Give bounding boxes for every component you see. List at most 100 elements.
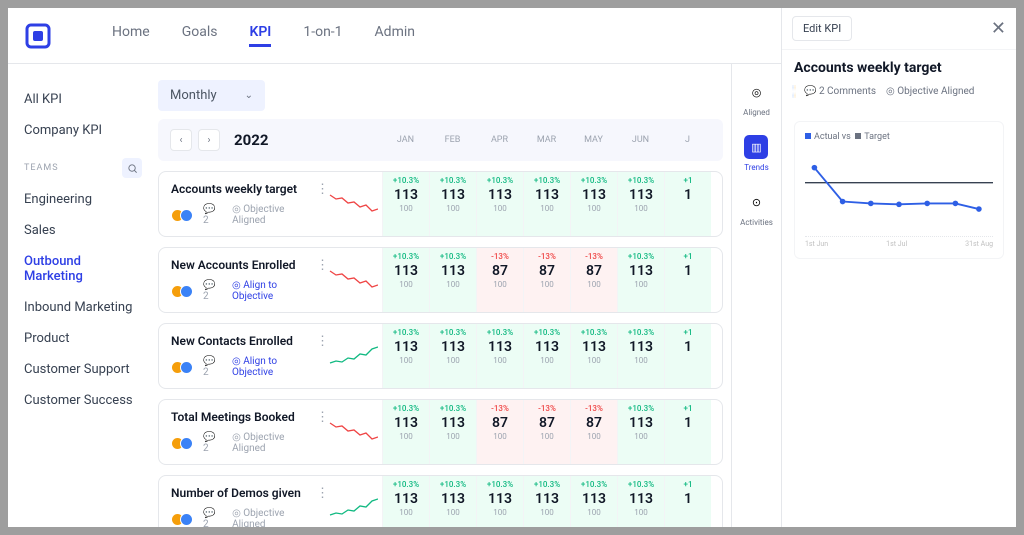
kpi-more-icon[interactable]: ⋮ xyxy=(316,410,329,425)
sidebar-team-sales[interactable]: Sales xyxy=(24,215,142,246)
kpi-month-cell[interactable]: +10.3%113100 xyxy=(429,172,476,236)
panel-comments[interactable]: 💬 2 Comments xyxy=(804,86,876,97)
kpi-more-icon[interactable]: ⋮ xyxy=(316,258,329,273)
sidebar-team-inboundmarketing[interactable]: Inbound Marketing xyxy=(24,292,142,323)
nav-goals[interactable]: Goals xyxy=(182,24,218,47)
year-prev-button[interactable]: ‹ xyxy=(170,129,192,151)
kpi-title: Total Meetings Booked xyxy=(171,410,314,424)
kpi-comments[interactable]: 💬 2 xyxy=(203,356,222,378)
nav-admin[interactable]: Admin xyxy=(375,24,415,47)
sidebar-team-outboundmarketing[interactable]: Outbound Marketing xyxy=(24,246,142,292)
kpi-month-cell[interactable]: +10.3%113100 xyxy=(382,400,429,464)
year-next-button[interactable]: › xyxy=(198,129,220,151)
comment-icon: 💬 xyxy=(804,86,819,97)
month-header: JAN xyxy=(382,135,429,145)
month-header: MAR xyxy=(523,135,570,145)
kpi-sparkline xyxy=(324,248,382,312)
panel-objective[interactable]: ◎ Objective Aligned xyxy=(886,86,974,97)
chart-x-label: 31st Aug xyxy=(965,240,993,248)
kpi-row[interactable]: Total Meetings Booked 💬 2 ◎ Objective Alig… xyxy=(158,399,723,465)
sidebar-allkpi[interactable]: All KPI xyxy=(24,84,142,115)
kpi-month-cell[interactable]: +10.3%113100 xyxy=(523,476,570,527)
kpi-month-cell[interactable]: +10.3%113100 xyxy=(429,248,476,312)
kpi-more-icon[interactable]: ⋮ xyxy=(316,182,329,197)
sidebar-team-customersupport[interactable]: Customer Support xyxy=(24,354,142,385)
year-label: 2022 xyxy=(234,131,268,149)
panel-title: Accounts weekly target xyxy=(794,60,1004,76)
kpi-month-cell[interactable]: +11 xyxy=(664,476,711,527)
kpi-row[interactable]: New Contacts Enrolled 💬 2 ◎ Align to Objec… xyxy=(158,323,723,389)
kpi-more-icon[interactable]: ⋮ xyxy=(316,334,329,349)
rail-trends[interactable]: ▥Trends xyxy=(744,135,768,172)
kpi-month-cell[interactable]: -13%87100 xyxy=(570,248,617,312)
kpi-avatars xyxy=(171,209,193,222)
trend-chart: Actual vs Target 1st Jun1st Jul31st Aug xyxy=(794,121,1004,259)
kpi-month-cell[interactable]: +10.3%113100 xyxy=(382,476,429,527)
kpi-month-cell[interactable]: +10.3%113100 xyxy=(429,400,476,464)
kpi-month-cell[interactable]: +11 xyxy=(664,248,711,312)
app-logo[interactable] xyxy=(24,22,52,50)
sidebar-companykpi[interactable]: Company KPI xyxy=(24,115,142,146)
chart-icon: ▥ xyxy=(744,135,768,159)
search-icon[interactable] xyxy=(122,158,142,178)
kpi-month-cell[interactable]: -13%87100 xyxy=(476,400,523,464)
sidebar-team-product[interactable]: Product xyxy=(24,323,142,354)
kpi-month-cell[interactable]: +10.3%113100 xyxy=(617,476,664,527)
nav-home[interactable]: Home xyxy=(112,24,150,47)
kpi-month-cell[interactable]: +10.3%113100 xyxy=(429,476,476,527)
kpi-title: New Accounts Enrolled xyxy=(171,258,314,272)
kpi-month-cell[interactable]: +11 xyxy=(664,324,711,388)
kpi-month-cell[interactable]: +10.3%113100 xyxy=(476,172,523,236)
kpi-row[interactable]: Accounts weekly target 💬 2 ◎ Objective Ali… xyxy=(158,171,723,237)
kpi-comments[interactable]: 💬 2 xyxy=(203,508,222,527)
sidebar-team-engineering[interactable]: Engineering xyxy=(24,184,142,215)
kpi-month-cell[interactable]: -13%87100 xyxy=(476,248,523,312)
rail-activities[interactable]: ⊙Activities xyxy=(740,190,773,227)
kpi-objective-status[interactable]: ◎ Objective Aligned xyxy=(232,432,314,454)
kpi-objective-status[interactable]: ◎ Align to Objective xyxy=(232,280,314,302)
kpi-title: Accounts weekly target xyxy=(171,182,314,196)
kpi-month-cell[interactable]: +10.3%113100 xyxy=(570,324,617,388)
kpi-row[interactable]: Number of Demos given💬 2◎ Objective Alig… xyxy=(158,475,723,527)
kpi-month-cell[interactable]: +10.3%113100 xyxy=(382,324,429,388)
rail-aligned[interactable]: ◎Aligned xyxy=(743,80,770,117)
kpi-sparkline xyxy=(324,172,382,236)
kpi-month-cell[interactable]: +10.3%113100 xyxy=(382,248,429,312)
kpi-month-cell[interactable]: +10.3%113100 xyxy=(617,248,664,312)
nav-kpi[interactable]: KPI xyxy=(249,24,271,47)
kpi-comments[interactable]: 💬 2 xyxy=(203,432,222,454)
period-select[interactable]: Monthly ⌄ xyxy=(158,80,265,111)
kpi-month-cell[interactable]: +10.3%113100 xyxy=(617,400,664,464)
kpi-month-cell[interactable]: +10.3%113100 xyxy=(382,172,429,236)
kpi-month-cell[interactable]: -13%87100 xyxy=(523,248,570,312)
kpi-month-cell[interactable]: +10.3%113100 xyxy=(476,324,523,388)
edit-kpi-button[interactable]: Edit KPI xyxy=(792,16,852,41)
sidebar-team-customersuccess[interactable]: Customer Success xyxy=(24,385,142,416)
kpi-objective-status[interactable]: ◎ Objective Aligned xyxy=(232,508,314,527)
kpi-title: New Contacts Enrolled xyxy=(171,334,314,348)
kpi-month-cell[interactable]: +10.3%113100 xyxy=(523,324,570,388)
kpi-month-cell[interactable]: -13%87100 xyxy=(523,400,570,464)
kpi-month-cell[interactable]: +10.3%113100 xyxy=(617,172,664,236)
kpi-month-cell[interactable]: +10.3%113100 xyxy=(617,324,664,388)
kpi-row[interactable]: New Accounts Enrolled 💬 2 ◎ Align to Objec… xyxy=(158,247,723,313)
kpi-month-cell[interactable]: +10.3%113100 xyxy=(570,172,617,236)
month-header: MAY xyxy=(570,135,617,145)
kpi-month-cell[interactable]: +10.3%113100 xyxy=(429,324,476,388)
kpi-objective-status[interactable]: ◎ Objective Aligned xyxy=(232,204,314,226)
nav-1on1[interactable]: 1-on-1 xyxy=(303,24,342,47)
kpi-avatars xyxy=(171,361,193,374)
kpi-month-cell[interactable]: +11 xyxy=(664,172,711,236)
kpi-more-icon[interactable]: ⋮ xyxy=(316,486,329,501)
kpi-sparkline xyxy=(324,476,382,527)
kpi-month-cell[interactable]: +10.3%113100 xyxy=(570,476,617,527)
close-icon[interactable]: ✕ xyxy=(991,18,1006,39)
kpi-month-cell[interactable]: -13%87100 xyxy=(570,400,617,464)
kpi-comments[interactable]: 💬 2 xyxy=(203,280,222,302)
kpi-objective-status[interactable]: ◎ Align to Objective xyxy=(232,356,314,378)
kpi-comments[interactable]: 💬 2 xyxy=(203,204,222,226)
kpi-month-cell[interactable]: +10.3%113100 xyxy=(476,476,523,527)
kpi-month-cell[interactable]: +10.3%113100 xyxy=(523,172,570,236)
legend-target: Target xyxy=(864,132,890,142)
kpi-month-cell[interactable]: +11 xyxy=(664,400,711,464)
